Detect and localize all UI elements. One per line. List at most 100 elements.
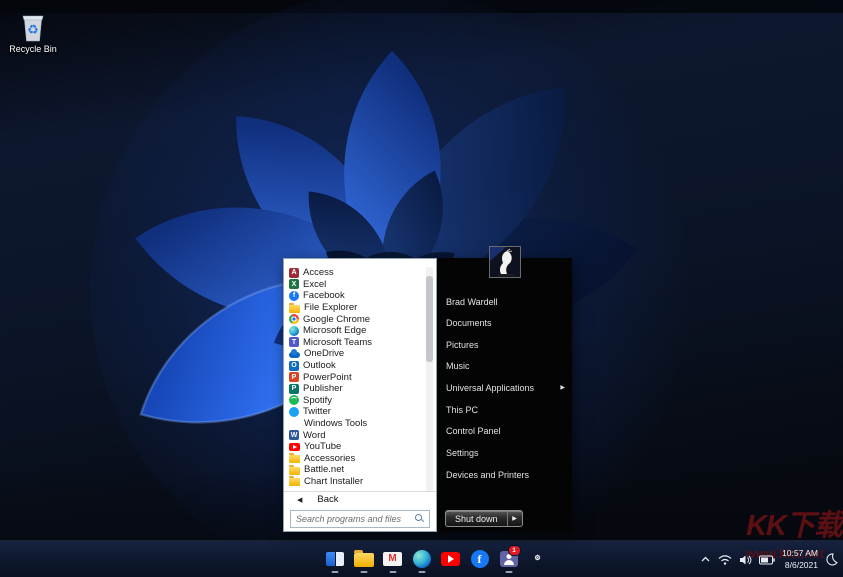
chrome-icon: [289, 314, 299, 325]
desktop: ♻ Recycle Bin KK下载 www.kkx.net A Access X E…: [0, 0, 843, 577]
tray-expand-chevron-icon[interactable]: [700, 554, 711, 565]
right-menu: Documents Pictures Music Universal Applicat…: [437, 312, 572, 486]
running-indicator: [505, 571, 512, 573]
edge-button[interactable]: [409, 543, 435, 574]
program-item-outlook[interactable]: O Outlook: [289, 360, 419, 372]
program-item-onedrive[interactable]: OneDrive: [289, 348, 419, 360]
program-item-access[interactable]: A Access: [289, 267, 419, 279]
start-item-settings[interactable]: Settings: [437, 442, 572, 464]
start-item-pictures[interactable]: Pictures: [437, 334, 572, 356]
start-item-universal-applications[interactable]: Universal Applications ▶: [437, 377, 572, 399]
teams-button[interactable]: 1: [496, 543, 522, 574]
word-icon: W: [289, 430, 299, 441]
program-item-youtube[interactable]: YouTube: [289, 441, 419, 453]
youtube-icon: [289, 442, 300, 451]
program-item-windows-tools[interactable]: ⚙ Windows Tools: [289, 418, 419, 430]
settings-button[interactable]: ⚙: [525, 543, 551, 574]
program-label: Access: [303, 267, 334, 279]
onedrive-icon: [289, 349, 300, 359]
notification-badge: 1: [507, 545, 521, 556]
search-input[interactable]: [290, 510, 430, 528]
start-item-label: Music: [446, 361, 470, 372]
program-item-file-explorer[interactable]: File Explorer: [289, 302, 419, 314]
program-label: Battle.net: [304, 464, 345, 476]
program-list-scrollbar[interactable]: [426, 267, 433, 491]
access-icon: A: [289, 267, 299, 278]
program-item-excel[interactable]: X Excel: [289, 279, 419, 291]
night-mode-moon-icon[interactable]: [825, 553, 838, 566]
program-label: YouTube: [304, 441, 342, 453]
search-magnifier-icon: [415, 514, 424, 523]
program-label: Facebook: [303, 290, 345, 302]
shutdown-button[interactable]: Shut down: [446, 511, 507, 526]
program-item-google-chrome[interactable]: Google Chrome: [289, 313, 419, 325]
back-label: Back: [317, 494, 339, 505]
program-label: Chart Installer: [304, 475, 364, 487]
program-label: Publisher: [303, 383, 343, 395]
program-label: Microsoft Edge: [303, 325, 367, 337]
program-item-facebook[interactable]: f Facebook: [289, 290, 419, 302]
clock-date: 8/6/2021: [784, 559, 818, 570]
start-item-this-pc[interactable]: This PC: [437, 399, 572, 421]
volume-icon[interactable]: [739, 554, 752, 566]
running-indicator: [331, 571, 338, 573]
facebook-button[interactable]: f: [467, 543, 493, 574]
program-label: File Explorer: [304, 302, 358, 314]
start-item-documents[interactable]: Documents: [437, 312, 572, 334]
start-item-music[interactable]: Music: [437, 355, 572, 377]
wifi-icon[interactable]: [718, 554, 732, 566]
program-item-microsoft-edge[interactable]: Microsoft Edge: [289, 325, 419, 337]
program-label: Excel: [303, 278, 327, 290]
folder-icon: [289, 302, 300, 313]
program-item-twitter[interactable]: Twitter: [289, 406, 419, 418]
file-explorer-button[interactable]: [351, 543, 377, 574]
start-button[interactable]: [293, 543, 319, 574]
taskbar-clock[interactable]: 10:57 AM 8/6/2021: [782, 548, 818, 570]
program-item-word[interactable]: W Word: [289, 429, 419, 441]
start-item-devices-and-printers[interactable]: Devices and Printers: [437, 464, 572, 486]
battery-icon[interactable]: [759, 555, 775, 565]
mail-icon: M: [383, 551, 402, 566]
scrollbar-thumb[interactable]: [426, 276, 433, 362]
running-indicator: [360, 571, 367, 573]
program-label: PowerPoint: [303, 371, 352, 383]
shutdown-split-button: Shut down ▶: [445, 510, 523, 527]
youtube-button[interactable]: [438, 543, 464, 574]
program-item-spotify[interactable]: Spotify: [289, 395, 419, 407]
facebook-icon: f: [289, 290, 299, 301]
program-item-publisher[interactable]: P Publisher: [289, 383, 419, 395]
back-arrow-icon: ◀: [297, 496, 303, 504]
search-row: [290, 509, 430, 528]
start-item-control-panel[interactable]: Control Panel: [437, 420, 572, 442]
folder-icon: [289, 453, 300, 464]
mail-button[interactable]: M: [380, 543, 406, 574]
desktop-icon-recycle-bin[interactable]: ♻ Recycle Bin: [4, 11, 62, 54]
teams-icon: T: [289, 337, 299, 348]
user-avatar[interactable]: [488, 246, 521, 278]
program-item-battle-net[interactable]: Battle.net: [289, 464, 419, 476]
program-list: A Access X Excel f Facebook File Explorer Googl…: [289, 267, 419, 487]
start-icon: [297, 550, 315, 568]
recycle-bin-icon: ♻: [18, 11, 48, 43]
program-label: Microsoft Teams: [303, 336, 372, 348]
program-item-chart-installer[interactable]: Chart Installer: [289, 476, 419, 488]
powerpoint-icon: P: [289, 372, 299, 383]
start-item-label: Documents: [446, 317, 492, 328]
start-menu-right-panel: Brad Wardell Documents Pictures Music Unive…: [437, 246, 572, 532]
back-button[interactable]: ◀ Back: [284, 491, 436, 507]
system-tray: 10:57 AM 8/6/2021: [700, 541, 838, 577]
program-item-microsoft-teams[interactable]: T Microsoft Teams: [289, 337, 419, 349]
taskbar: Mf 1 ⚙ 10:57 AM 8/6/2021: [0, 540, 843, 577]
user-name[interactable]: Brad Wardell: [446, 297, 498, 307]
twitter-icon: [289, 406, 299, 417]
shutdown-options-arrow[interactable]: ▶: [506, 511, 522, 526]
program-label: Word: [303, 429, 326, 441]
start-menu-left-panel: A Access X Excel f Facebook File Explorer Googl…: [283, 258, 437, 532]
start-item-label: Control Panel: [446, 426, 501, 437]
program-label: Outlook: [303, 360, 336, 372]
settings-icon: ⚙: [534, 555, 541, 562]
task-view-button[interactable]: [322, 543, 348, 574]
program-item-powerpoint[interactable]: P PowerPoint: [289, 371, 419, 383]
program-item-accessories[interactable]: Accessories: [289, 453, 419, 465]
folder-icon: [289, 476, 300, 487]
